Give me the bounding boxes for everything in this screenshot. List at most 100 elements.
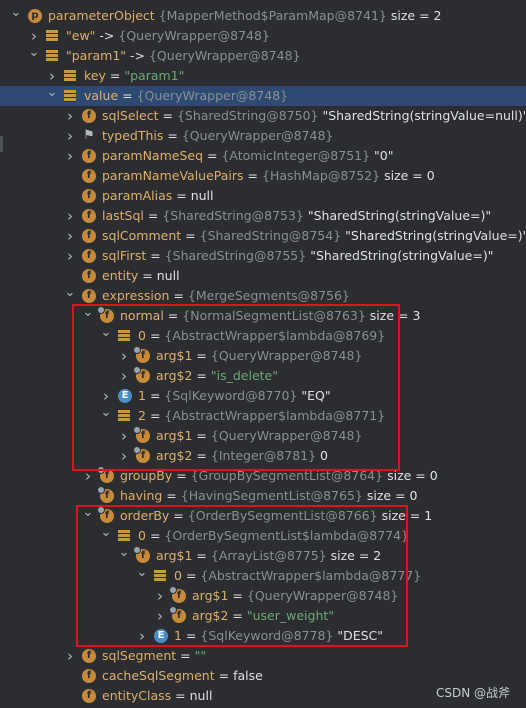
- object-reference: {HashMap@8752}: [262, 168, 381, 183]
- operator: =: [180, 648, 191, 663]
- value: "SharedString(stringValue=null)": [322, 108, 526, 123]
- value: "SharedString(stringValue=)": [310, 248, 494, 263]
- value: "SharedString(stringValue=)": [345, 228, 526, 243]
- tree-row[interactable]: › ⚑ typedThis = {QueryWrapper@8748}: [0, 126, 526, 146]
- field-icon: f: [82, 249, 96, 263]
- collapse-arrow-icon[interactable]: ⌄: [64, 286, 76, 306]
- tree-row[interactable]: ⌄ "param1" -> {QueryWrapper@8748}: [0, 46, 526, 66]
- operator: =: [122, 88, 133, 103]
- expand-arrow-icon[interactable]: ›: [64, 126, 76, 146]
- highlight-box-normal: [72, 304, 400, 471]
- expand-arrow-icon[interactable]: ›: [28, 26, 40, 46]
- tree-row[interactable]: › f sqlFirst = {SharedString@8755} "Shared…: [0, 246, 526, 266]
- row-text: key = "param1": [84, 66, 184, 86]
- field-icon: f: [82, 149, 96, 163]
- final-field-icon: f: [97, 486, 114, 503]
- expand-arrow-icon[interactable]: ›: [64, 146, 76, 166]
- value: false: [233, 668, 263, 683]
- object-reference: {QueryWrapper@8748}: [181, 128, 334, 143]
- expand-arrow-icon[interactable]: ›: [64, 246, 76, 266]
- tree-row[interactable]: › f sqlComment = {SharedString@8754} "Shar…: [0, 226, 526, 246]
- string-value: "": [194, 648, 207, 663]
- operator: =: [142, 268, 153, 283]
- variable-name: "ew": [66, 28, 96, 43]
- object-reference: {MapperMethod$ParamMap@8741}: [158, 8, 387, 23]
- row-text: typedThis = {QueryWrapper@8748}: [102, 126, 333, 146]
- tree-row[interactable]: ⌄ f expression = {MergeSegments@8756}: [0, 286, 526, 306]
- value: "SharedString(stringValue=)": [307, 208, 492, 223]
- variable-name: having: [120, 488, 163, 503]
- variable-name: lastSql: [102, 208, 144, 223]
- expand-arrow-icon[interactable]: ›: [46, 66, 58, 86]
- row-text: paramAlias = null: [102, 186, 214, 206]
- variable-name: sqlComment: [102, 228, 182, 243]
- object-reference: {QueryWrapper@8748}: [148, 48, 301, 63]
- collapse-arrow-icon[interactable]: ⌄: [10, 6, 22, 26]
- tree-row[interactable]: › f sqlSegment = "": [0, 646, 526, 666]
- object-reference: {HavingSegmentList@8765}: [180, 488, 363, 503]
- array-element-icon: [46, 30, 58, 42]
- tree-row[interactable]: › f sqlSelect = {SharedString@8750} "Share…: [0, 106, 526, 126]
- object-reference: {SharedString@8754}: [199, 228, 342, 243]
- row-text: paramNameSeq = {AtomicInteger@8751} "0": [102, 146, 394, 166]
- size-label: size = 2: [390, 8, 442, 23]
- row-text: "param1" -> {QueryWrapper@8748}: [66, 46, 301, 66]
- tree-row[interactable]: ⌄ value = {QueryWrapper@8748}: [0, 86, 526, 106]
- tree-row[interactable]: f paramNameValuePairs = {HashMap@8752} si…: [0, 166, 526, 186]
- operator: ->: [99, 28, 115, 43]
- tree-row[interactable]: f paramAlias = null: [0, 186, 526, 206]
- tree-row[interactable]: ⌄ p parameterObject {MapperMethod$ParamMap…: [0, 6, 526, 26]
- value: null: [190, 188, 214, 203]
- collapse-arrow-icon[interactable]: ⌄: [28, 46, 40, 66]
- array-element-icon: [64, 70, 76, 82]
- object-reference: {MergeSegments@8756}: [187, 288, 350, 303]
- expand-arrow-icon[interactable]: ›: [64, 646, 76, 666]
- flag-icon: ⚑: [83, 128, 95, 143]
- array-element-icon: [64, 90, 76, 102]
- operator: ->: [130, 48, 145, 63]
- string-value: "param1": [124, 68, 185, 83]
- operator: =: [167, 128, 178, 143]
- operator: =: [166, 488, 177, 503]
- row-text: entity = null: [102, 266, 180, 286]
- row-text: parameterObject {MapperMethod$ParamMap@8…: [48, 6, 441, 26]
- tree-row[interactable]: › f paramNameSeq = {AtomicInteger@8751} "0…: [0, 146, 526, 166]
- variable-name: paramNameValuePairs: [102, 168, 244, 183]
- highlight-box-orderby: [76, 505, 408, 647]
- expand-arrow-icon[interactable]: ›: [64, 106, 76, 126]
- field-icon: f: [82, 289, 96, 303]
- field-icon: f: [82, 109, 96, 123]
- variable-name: parameterObject: [48, 8, 155, 23]
- object-reference: {QueryWrapper@8748}: [136, 88, 289, 103]
- tree-row[interactable]: › f lastSql = {SharedString@8753} "SharedS…: [0, 206, 526, 226]
- value: "0": [374, 148, 394, 163]
- operator: =: [150, 248, 161, 263]
- tree-row[interactable]: › key = "param1": [0, 66, 526, 86]
- field-icon: f: [82, 669, 96, 683]
- variable-name: paramNameSeq: [102, 148, 204, 163]
- operator: =: [185, 228, 196, 243]
- array-element-icon: [46, 50, 58, 62]
- operator: =: [207, 148, 218, 163]
- size-label: size = 0: [384, 168, 435, 183]
- object-reference: {SharedString@8755}: [164, 248, 307, 263]
- size-label: size = 0: [366, 488, 418, 503]
- row-text: value = {QueryWrapper@8748}: [84, 86, 288, 106]
- row-text: sqlSegment = "": [102, 646, 206, 666]
- field-icon: f: [82, 649, 96, 663]
- operator: =: [176, 188, 187, 203]
- expand-arrow-icon[interactable]: ›: [64, 226, 76, 246]
- expand-arrow-icon[interactable]: ›: [64, 206, 76, 226]
- row-text: cacheSqlSegment = false: [102, 666, 263, 686]
- row-text: paramNameValuePairs = {HashMap@8752} siz…: [102, 166, 435, 186]
- variable-name: expression: [102, 288, 170, 303]
- tree-row[interactable]: f entity = null: [0, 266, 526, 286]
- tree-row[interactable]: › "ew" -> {QueryWrapper@8748}: [0, 26, 526, 46]
- operator: =: [173, 288, 184, 303]
- variable-name: "param1": [66, 48, 127, 63]
- variable-name: typedThis: [102, 128, 164, 143]
- operator: =: [147, 208, 159, 223]
- tree-row[interactable]: f having = {HavingSegmentList@8765} size …: [0, 486, 526, 506]
- tree-row[interactable]: f cacheSqlSegment = false: [0, 666, 526, 686]
- collapse-arrow-icon[interactable]: ⌄: [46, 86, 58, 106]
